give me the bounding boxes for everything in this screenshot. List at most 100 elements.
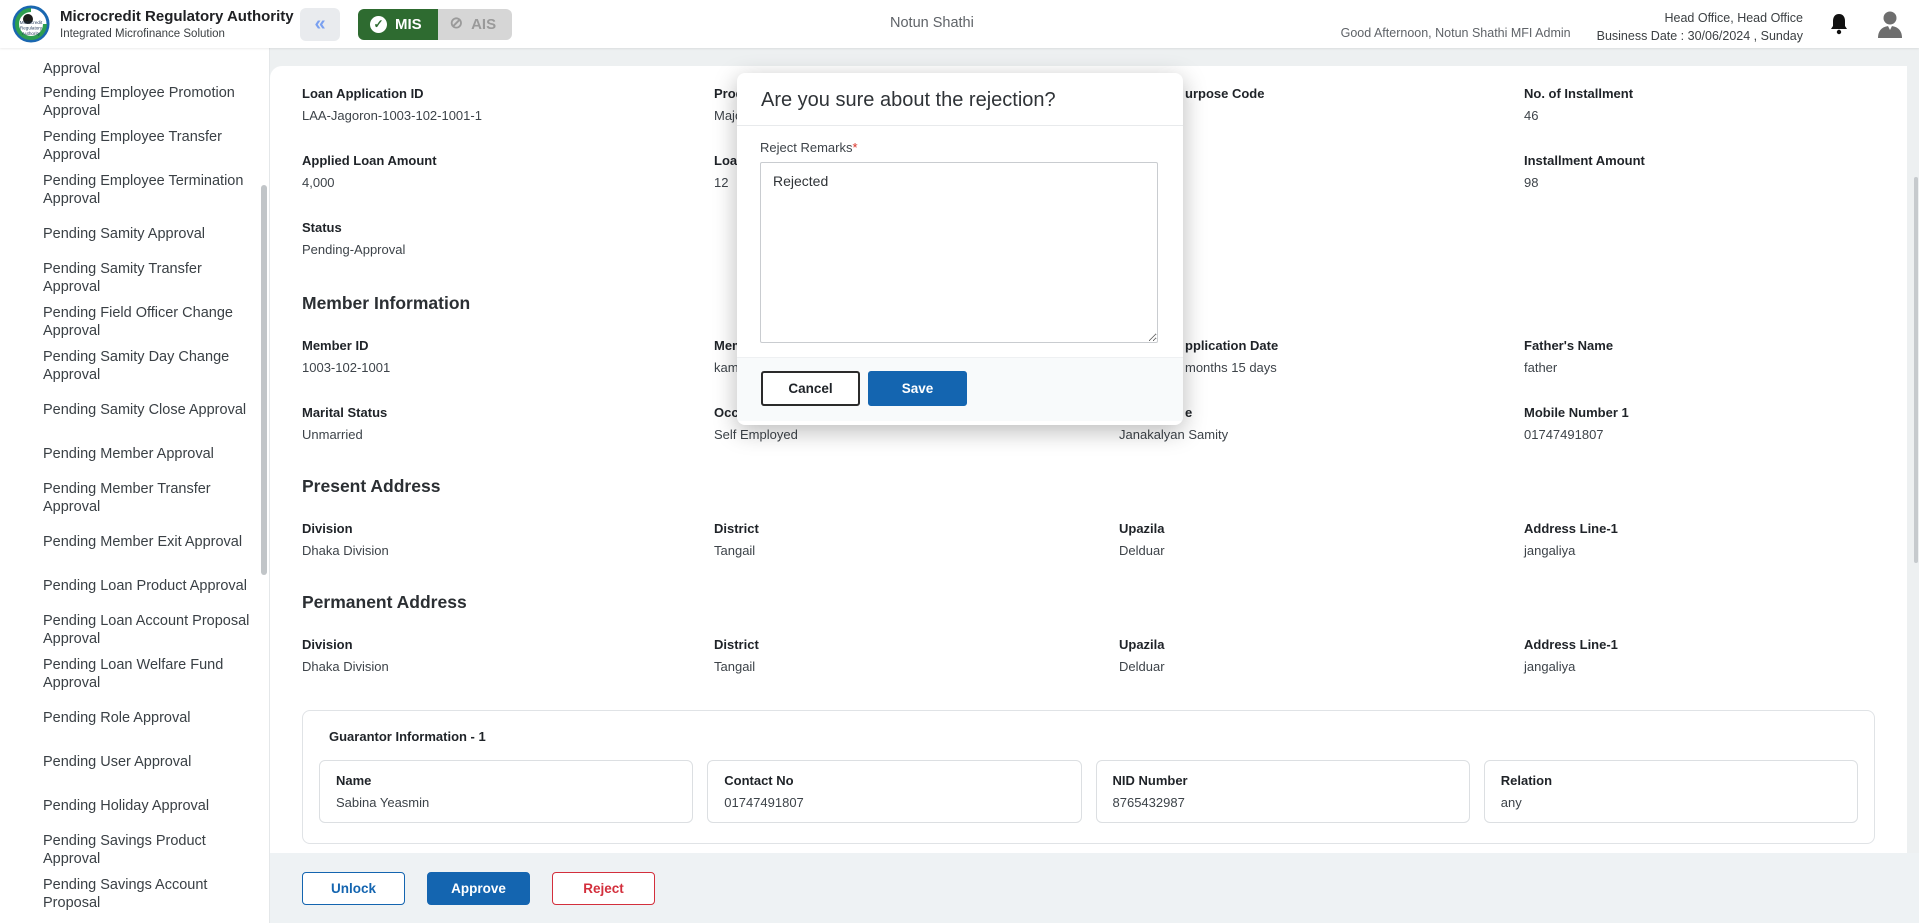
unlock-button[interactable]: Unlock (302, 872, 405, 905)
field-label: Status (302, 220, 714, 235)
svg-text:Authority: Authority (22, 31, 41, 36)
business-date-text: Business Date : 30/06/2024 , Sunday (1597, 27, 1803, 45)
field-label: Marital Status (302, 405, 714, 420)
sidebar-item-pending-savings-product-approval[interactable]: Pending Savings Product Approval (43, 828, 251, 872)
field-label: Address Line-1 (1524, 637, 1875, 652)
field-value: 8765432987 (1113, 795, 1453, 810)
sidebar-item-pending-field-officer-change-approval[interactable]: Pending Field Officer Change Approval (43, 300, 251, 344)
field-no-of-installment: No. of Installment 46 (1524, 86, 1875, 126)
sidebar-menu: Approval Pending Employee Promotion Appr… (0, 48, 269, 923)
guarantor-title: Guarantor Information - 1 (329, 729, 1858, 744)
office-text: Head Office, Head Office (1597, 9, 1803, 27)
field-value: Tangail (714, 543, 1119, 558)
field-value: Dhaka Division (302, 659, 714, 674)
field-label: Contact No (724, 773, 1064, 788)
page-scrollbar[interactable] (1914, 177, 1918, 563)
sidebar-item-pending-samity-approval[interactable]: Pending Samity Approval (43, 212, 251, 256)
sidebar-item-pending-loan-account-proposal-approval[interactable]: Pending Loan Account Proposal Approval (43, 608, 251, 652)
field-value: Pending-Approval (302, 242, 714, 257)
ais-label: AIS (471, 16, 496, 33)
field-label: No. of Installment (1524, 86, 1875, 101)
field-value: any (1501, 795, 1841, 810)
sidebar-item-pending-samity-close-approval[interactable]: Pending Samity Close Approval (43, 388, 251, 432)
sidebar-item-pending-savings-account-proposal[interactable]: Pending Savings Account Proposal (43, 872, 251, 916)
field-upazila: Upazila Delduar (1119, 521, 1524, 561)
field-value: Tangail (714, 659, 1119, 674)
field-label: Name (336, 773, 676, 788)
field-label: Member ID (302, 338, 714, 353)
guarantor-box: Guarantor Information - 1 Name Sabina Ye… (302, 710, 1875, 844)
field-value: 1003-102-1001 (302, 360, 714, 375)
mis-ais-toggle: ✓ MIS ⊘ AIS (358, 9, 512, 40)
sidebar-item-pending-employee-termination-approval[interactable]: Pending Employee Termination Approval (43, 168, 251, 212)
sidebar-item-pending-role-approval[interactable]: Pending Role Approval (43, 696, 251, 740)
sidebar-item-pending-employee-promotion-approval[interactable]: Pending Employee Promotion Approval (43, 80, 251, 124)
save-button[interactable]: Save (868, 371, 967, 406)
sidebar-item-pending-loan-welfare-fund-approval[interactable]: Pending Loan Welfare Fund Approval (43, 652, 251, 696)
field-division: Division Dhaka Division (302, 637, 714, 677)
guarantor-relation-card: Relation any (1484, 760, 1858, 823)
check-circle-icon: ✓ (370, 16, 387, 33)
sidebar-collapse-button[interactable]: « (300, 8, 340, 41)
mis-label: MIS (395, 16, 422, 33)
ais-tab[interactable]: ⊘ AIS (438, 9, 512, 40)
mra-logo-icon: Microcredit Regulatory Authority (12, 5, 50, 43)
sidebar-nav: Approval Pending Employee Promotion Appr… (0, 48, 270, 923)
sidebar-item-pending-holiday-approval[interactable]: Pending Holiday Approval (43, 784, 251, 828)
dialog-body: Reject Remarks* Rejected (737, 126, 1183, 348)
field-marital-status: Marital Status Unmarried (302, 405, 714, 445)
sidebar-scrollbar[interactable] (261, 185, 267, 575)
field-value: Delduar (1119, 659, 1524, 674)
approve-button[interactable]: Approve (427, 872, 530, 905)
app-title: Microcredit Regulatory Authority (60, 8, 294, 27)
field-value: Delduar (1119, 543, 1524, 558)
field-label: Installment Amount (1524, 153, 1875, 168)
action-footer: Unlock Approve Reject (270, 853, 1919, 923)
sidebar-item-pending-samity-transfer-approval[interactable]: Pending Samity Transfer Approval (43, 256, 251, 300)
field-label: Relation (1501, 773, 1841, 788)
sidebar-item-pending-member-exit-approval[interactable]: Pending Member Exit Approval (43, 520, 251, 564)
field-member-id: Member ID 1003-102-1001 (302, 338, 714, 378)
field-status: Status Pending-Approval (302, 220, 714, 260)
sidebar-item-pending-member-approval[interactable]: Pending Member Approval (43, 432, 251, 476)
field-label: Upazila (1119, 637, 1524, 652)
notifications-bell-icon[interactable] (1829, 13, 1849, 35)
reject-remarks-label-text: Reject Remarks (760, 140, 852, 155)
guarantor-nid-card: NID Number 8765432987 (1096, 760, 1470, 823)
sidebar-item-pending-employee-transfer-approval[interactable]: Pending Employee Transfer Approval (43, 124, 251, 168)
sidebar-item-approval-clipped[interactable]: Approval (43, 48, 251, 80)
field-label: Father's Name (1524, 338, 1875, 353)
app-subtitle: Integrated Microfinance Solution (60, 28, 294, 40)
field-label: Applied Loan Amount (302, 153, 714, 168)
field-fathers-name: Father's Name father (1524, 338, 1875, 378)
required-asterisk: * (852, 140, 857, 155)
permanent-address-row: Division Dhaka Division District Tangail… (302, 637, 1875, 704)
svg-text:Microcredit: Microcredit (20, 20, 43, 25)
guarantor-contact-card: Contact No 01747491807 (707, 760, 1081, 823)
reject-remarks-textarea[interactable]: Rejected (760, 162, 1158, 343)
sidebar-item-pending-member-transfer-approval[interactable]: Pending Member Transfer Approval (43, 476, 251, 520)
field-label: Loan Application ID (302, 86, 714, 101)
field-label: Upazila (1119, 521, 1524, 536)
reject-button[interactable]: Reject (552, 872, 655, 905)
sidebar-item-pending-loan-product-approval[interactable]: Pending Loan Product Approval (43, 564, 251, 608)
cancel-button[interactable]: Cancel (761, 371, 860, 406)
sidebar-item-pending-dps-clipped[interactable]: Pending DPS (43, 916, 251, 923)
field-division: Division Dhaka Division (302, 521, 714, 561)
field-label: Division (302, 521, 714, 536)
field-empty (1524, 220, 1875, 260)
mis-tab[interactable]: ✓ MIS (358, 9, 438, 40)
user-avatar-icon[interactable] (1875, 9, 1905, 39)
greeting-text: Good Afternoon, Notun Shathi MFI Admin (1341, 26, 1571, 48)
field-label: NID Number (1113, 773, 1453, 788)
field-value: months 15 days (1185, 360, 1524, 375)
field-address-line-1: Address Line-1 jangaliya (1524, 521, 1875, 561)
field-applied-loan-amount: Applied Loan Amount 4,000 (302, 153, 714, 193)
brand-text: Microcredit Regulatory Authority Integra… (60, 8, 294, 41)
dialog-footer: Cancel Save (737, 357, 1183, 421)
brand: Microcredit Regulatory Authority Microcr… (0, 5, 300, 43)
field-label: e (1185, 405, 1524, 420)
field-mobile-number-1: Mobile Number 1 01747491807 (1524, 405, 1875, 445)
sidebar-item-pending-user-approval[interactable]: Pending User Approval (43, 740, 251, 784)
sidebar-item-pending-samity-day-change-approval[interactable]: Pending Samity Day Change Approval (43, 344, 251, 388)
